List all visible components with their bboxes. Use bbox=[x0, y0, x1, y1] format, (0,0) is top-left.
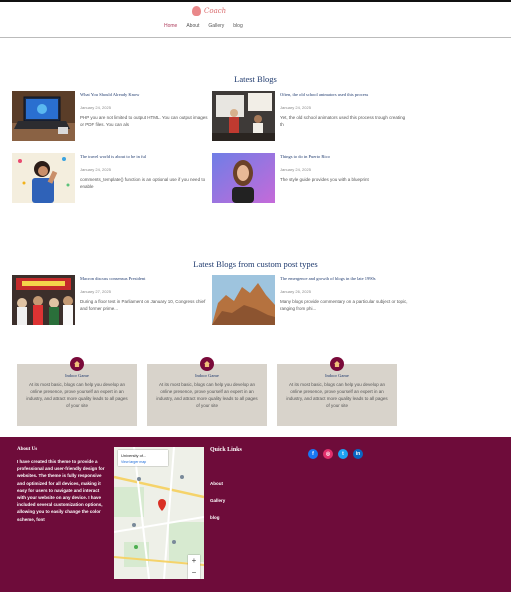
footer-link-blog[interactable]: blog bbox=[210, 515, 220, 520]
footer-link-about[interactable]: About bbox=[210, 481, 223, 486]
feature-card: Indoor Game At its most basic, blogs can… bbox=[17, 357, 137, 426]
post-title[interactable]: The emergence and growth of blogs in the… bbox=[280, 276, 410, 281]
nav-blog[interactable]: blog bbox=[233, 23, 242, 29]
crowd-icon[interactable] bbox=[12, 275, 75, 325]
portrait-icon[interactable] bbox=[212, 153, 275, 203]
home-icon bbox=[200, 357, 214, 371]
post-excerpt: comments_template() function is an optio… bbox=[80, 177, 206, 189]
card-text: At its most basic, blogs can help you de… bbox=[156, 382, 258, 408]
footer-link-gallery[interactable]: Gallery bbox=[210, 498, 225, 503]
post-excerpt: During a floor test in Parliament on Jan… bbox=[80, 299, 206, 311]
footer-about-title: About Us bbox=[17, 447, 38, 452]
footer-links-title: Quick Links bbox=[210, 447, 242, 453]
post-title[interactable]: Often, the old school animators used thi… bbox=[280, 92, 410, 97]
post-title[interactable]: Things to do in Puerto Rico bbox=[280, 154, 410, 159]
blog-post[interactable]: Macron discuss consensus President Janua… bbox=[12, 275, 212, 325]
zoom-in-button[interactable]: + bbox=[188, 555, 200, 567]
post-excerpt: PHP you are not limited to output HTML. … bbox=[80, 115, 208, 127]
card-text: At its most basic, blogs can help you de… bbox=[26, 382, 128, 408]
blog-post[interactable]: What You Should Already Know January 24,… bbox=[12, 91, 212, 141]
post-date: January 24, 2025 bbox=[280, 167, 311, 172]
blog-post[interactable]: The emergence and growth of blogs in the… bbox=[212, 275, 412, 325]
post-date: January 24, 2025 bbox=[80, 167, 111, 172]
post-excerpt: The style guide provides you with a blue… bbox=[280, 177, 369, 182]
rock-formation-icon[interactable] bbox=[212, 275, 275, 325]
post-date: January 24, 2025 bbox=[80, 105, 111, 110]
map-zoom-control: + − bbox=[188, 555, 200, 579]
map-larger-link[interactable]: View larger map bbox=[121, 460, 146, 464]
feature-card: Indoor Game At its most basic, blogs can… bbox=[277, 357, 397, 426]
blog-post[interactable]: Often, the old school animators used thi… bbox=[212, 91, 412, 141]
blog-post[interactable]: Things to do in Puerto Rico January 24, … bbox=[212, 153, 412, 203]
nav-home[interactable]: Home bbox=[164, 23, 177, 29]
nav-gallery[interactable]: Gallery bbox=[208, 23, 224, 29]
presentation-icon[interactable] bbox=[212, 91, 275, 141]
card-title: Indoor Game bbox=[195, 373, 219, 378]
card-text: At its most basic, blogs can help you de… bbox=[286, 382, 388, 408]
footer-about-text: I have created this theme to provide a p… bbox=[17, 459, 105, 522]
site-footer: About Us I have created this theme to pr… bbox=[0, 437, 511, 592]
post-title[interactable]: The travel world is about to be in ful bbox=[80, 154, 210, 159]
linkedin-icon[interactable]: in bbox=[353, 449, 363, 459]
social-links: f ◎ t in bbox=[308, 449, 363, 459]
post-title[interactable]: What You Should Already Know bbox=[80, 92, 210, 97]
post-excerpt: Yet, the old school animators used this … bbox=[280, 115, 406, 127]
map-place-card: University of... View larger map bbox=[118, 450, 168, 466]
facebook-icon[interactable]: f bbox=[308, 449, 318, 459]
post-title[interactable]: Macron discuss consensus President bbox=[80, 276, 210, 281]
celebration-icon[interactable] bbox=[12, 153, 75, 203]
nav-about[interactable]: About bbox=[186, 23, 199, 29]
embedded-map[interactable]: University of... View larger map + − bbox=[114, 447, 204, 579]
logo-text: Coach bbox=[204, 7, 227, 15]
twitter-icon[interactable]: t bbox=[338, 449, 348, 459]
latest-blogs-title: Latest Blogs bbox=[234, 74, 277, 84]
post-excerpt: Many blogs provide commentary on a parti… bbox=[280, 299, 408, 311]
logo-icon bbox=[192, 6, 201, 16]
feature-card: Indoor Game At its most basic, blogs can… bbox=[147, 357, 267, 426]
laptop-icon[interactable] bbox=[12, 91, 75, 141]
post-date: January 24, 2025 bbox=[280, 105, 311, 110]
zoom-out-button[interactable]: − bbox=[188, 567, 200, 579]
map-place-name: University of... bbox=[121, 453, 147, 458]
post-date: January 27, 2025 bbox=[80, 289, 111, 294]
custom-blogs-title: Latest Blogs from custom post types bbox=[193, 259, 318, 269]
site-logo[interactable]: Coach bbox=[192, 5, 226, 17]
post-date: January 26, 2025 bbox=[280, 289, 311, 294]
card-title: Indoor Game bbox=[65, 373, 89, 378]
home-icon bbox=[330, 357, 344, 371]
card-title: Indoor Game bbox=[325, 373, 349, 378]
home-icon bbox=[70, 357, 84, 371]
instagram-icon[interactable]: ◎ bbox=[323, 449, 333, 459]
site-header: Coach Home About Gallery blog bbox=[0, 2, 511, 38]
blog-post[interactable]: The travel world is about to be in ful J… bbox=[12, 153, 212, 203]
main-nav: Home About Gallery blog bbox=[164, 23, 243, 29]
